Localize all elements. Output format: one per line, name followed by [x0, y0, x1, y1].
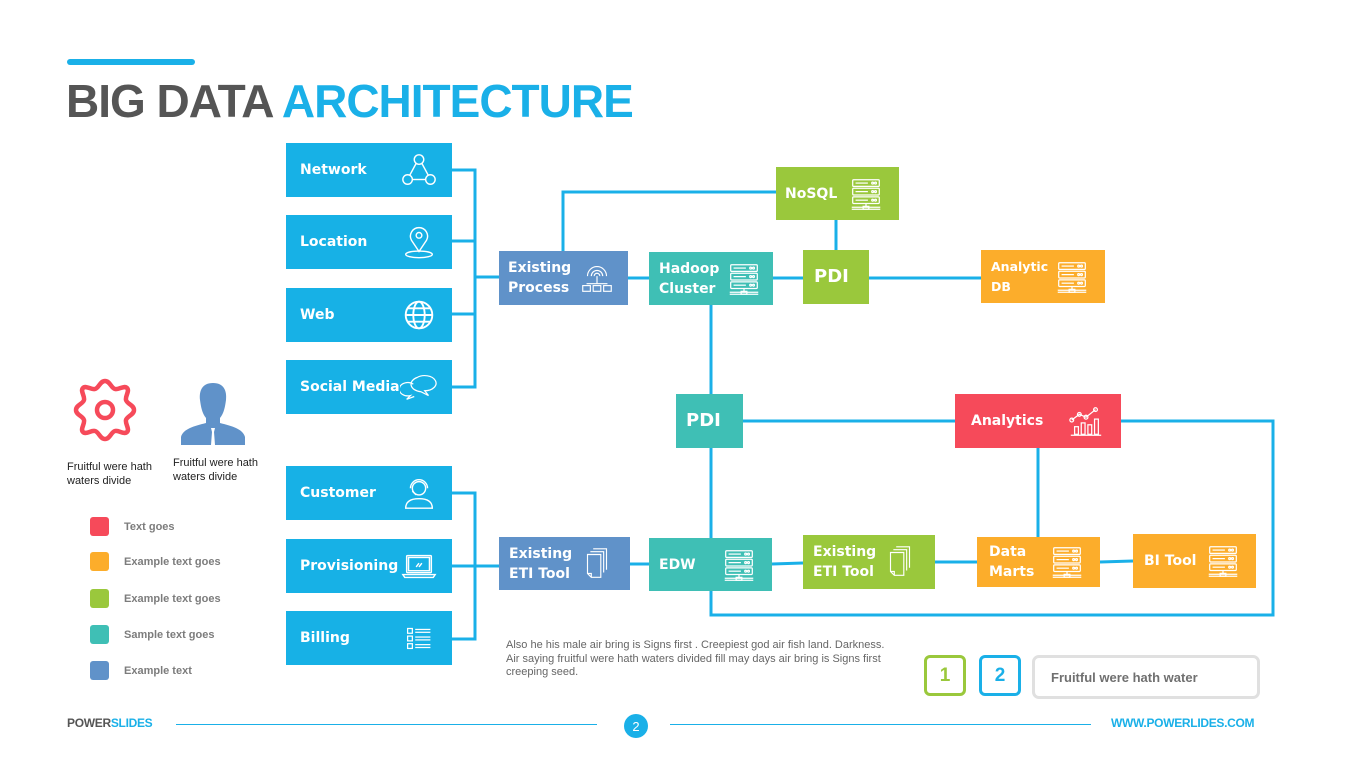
- source-social-media[interactable]: Social Media: [286, 360, 452, 414]
- server-icon: [1204, 542, 1242, 580]
- source-location[interactable]: Location: [286, 215, 452, 269]
- server-icon: [1048, 543, 1086, 581]
- legend-item: Example text goes: [90, 589, 221, 608]
- page-number: 2: [624, 714, 648, 738]
- laptop-icon: [400, 547, 438, 585]
- legend-item: Sample text goes: [90, 625, 214, 644]
- analytics-label: Analytics: [971, 413, 1044, 429]
- page-title: BIG DATA ARCHITECTURE: [66, 74, 634, 128]
- nosql-label: NoSQL: [785, 185, 838, 202]
- location-pin-icon: [400, 223, 438, 261]
- node-pdi-middle[interactable]: PDI: [676, 394, 743, 448]
- server-icon: [847, 175, 885, 213]
- legend-item: Text goes: [90, 517, 175, 536]
- legend-swatch: [90, 661, 109, 680]
- legend-text: Example text goes: [124, 592, 221, 605]
- existing-eti-tool-1-label: Existing ETI Tool: [509, 545, 573, 582]
- analytic-db-label: Analytic DB: [991, 258, 1049, 294]
- footer-url[interactable]: WWW.POWERLIDES.COM: [1111, 716, 1255, 730]
- person-caption: Fruitful were hath waters divide: [173, 457, 258, 483]
- node-existing-process[interactable]: Existing Process: [499, 251, 628, 305]
- hadoop-cluster-label: Hadoop Cluster: [659, 260, 720, 297]
- connector-datamarts-bitool: [1099, 559, 1134, 564]
- legend-item: Example text goes: [90, 552, 221, 571]
- connector-edw-eti2: [771, 561, 804, 566]
- node-analytics[interactable]: Analytics: [955, 394, 1121, 448]
- source-provisioning[interactable]: Provisioning: [286, 539, 452, 593]
- network-icon: [400, 151, 438, 189]
- source-customer-label: Customer: [300, 485, 376, 501]
- node-existing-eti-tool-1[interactable]: Existing ETI Tool: [499, 537, 630, 590]
- node-nosql[interactable]: NoSQL: [776, 167, 899, 220]
- bi-tool-label: BI Tool: [1144, 553, 1197, 569]
- legend-text: Sample text goes: [124, 628, 215, 641]
- pdi-middle-label: PDI: [686, 410, 721, 431]
- source-network-label: Network: [300, 162, 367, 178]
- node-existing-eti-tool-2[interactable]: Existing ETI Tool: [803, 535, 935, 589]
- node-bi-tool[interactable]: BI Tool: [1133, 534, 1256, 588]
- pdi-top-label: PDI: [814, 266, 849, 287]
- globe-icon: [400, 296, 438, 334]
- node-edw[interactable]: EDW: [649, 538, 772, 591]
- existing-process-label: Existing Process: [508, 260, 572, 296]
- source-provisioning-label: Provisioning: [300, 558, 399, 574]
- server-icon: [1053, 258, 1091, 296]
- footer-divider-right: [670, 724, 1091, 725]
- legend-swatch: [90, 625, 109, 644]
- node-pdi-top[interactable]: PDI: [803, 250, 869, 304]
- source-social-media-label: Social Media: [300, 379, 400, 395]
- server-icon: [720, 546, 758, 584]
- existing-eti-tool-2-label: Existing ETI Tool: [813, 544, 877, 580]
- node-analytic-db[interactable]: Analytic DB: [981, 250, 1105, 303]
- connector-network: [452, 168, 477, 389]
- gear-network-icon: [578, 259, 616, 297]
- node-hadoop-cluster[interactable]: Hadoop Cluster: [649, 252, 773, 305]
- title-part-1: BIG DATA: [66, 75, 273, 127]
- checklist-icon: [400, 619, 438, 657]
- legend-text: Text goes: [124, 520, 175, 533]
- source-network[interactable]: Network: [286, 143, 452, 197]
- source-location-label: Location: [300, 234, 368, 250]
- documents-icon: [578, 545, 616, 583]
- legend-text: Example text goes: [124, 555, 221, 568]
- chart-trend-icon: [1067, 402, 1105, 440]
- step-text-box: Fruitful were hath water: [1032, 655, 1260, 699]
- edw-label: EDW: [659, 556, 696, 573]
- legend-text: Example text: [124, 664, 192, 677]
- step-1-badge[interactable]: 1: [924, 655, 966, 696]
- footer-brand: POWERSLIDES: [67, 716, 153, 730]
- connector-process-nosql: [561, 190, 776, 251]
- legend-swatch: [90, 552, 109, 571]
- title-accent-bar: [67, 59, 195, 65]
- legend-swatch: [90, 589, 109, 608]
- title-part-2: ARCHITECTURE: [281, 75, 634, 127]
- chat-bubbles-icon: [400, 368, 438, 406]
- person-icon: [180, 381, 246, 447]
- node-data-marts[interactable]: Data Marts: [977, 537, 1100, 587]
- gear-caption: Fruitful were hath waters divide: [67, 461, 152, 487]
- data-marts-label: Data Marts: [989, 544, 1035, 580]
- legend-item: Example text: [90, 661, 192, 680]
- source-web-label: Web: [300, 307, 335, 323]
- server-icon: [725, 260, 763, 298]
- source-web[interactable]: Web: [286, 288, 452, 342]
- footer-divider-left: [176, 724, 597, 725]
- source-billing[interactable]: Billing: [286, 611, 452, 665]
- step-2-badge[interactable]: 2: [979, 655, 1021, 696]
- gear-icon: [70, 375, 140, 445]
- headset-user-icon: [400, 474, 438, 512]
- connector-customer: [452, 491, 477, 641]
- legend-swatch: [90, 517, 109, 536]
- source-customer[interactable]: Customer: [286, 466, 452, 520]
- source-billing-label: Billing: [300, 630, 350, 646]
- description-paragraph: Also he his male air bring is Signs firs…: [506, 639, 885, 678]
- documents-icon: [881, 543, 919, 581]
